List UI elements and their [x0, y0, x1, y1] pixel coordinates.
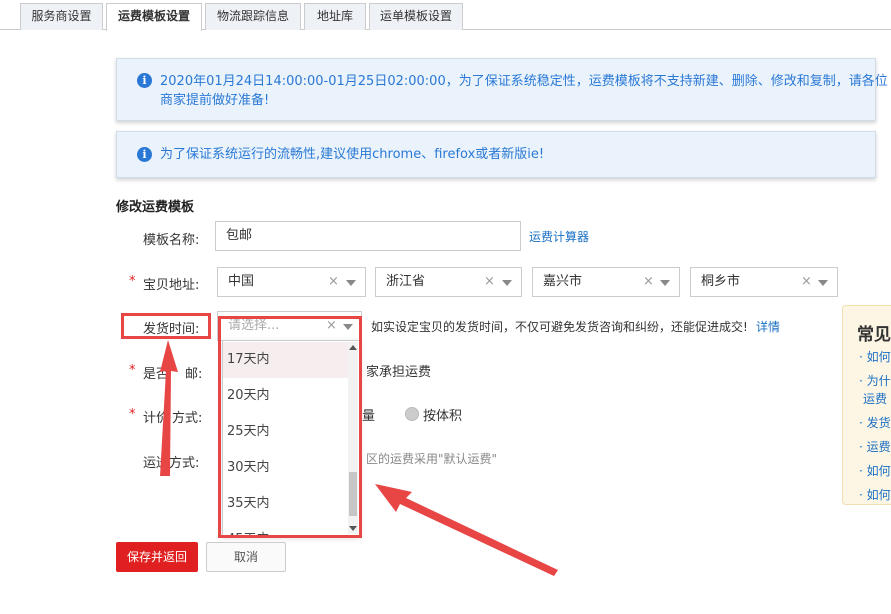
arrow-up-icon — [160, 340, 178, 476]
annotation-arrows — [160, 340, 558, 576]
arrow-diagonal-icon — [375, 484, 558, 576]
